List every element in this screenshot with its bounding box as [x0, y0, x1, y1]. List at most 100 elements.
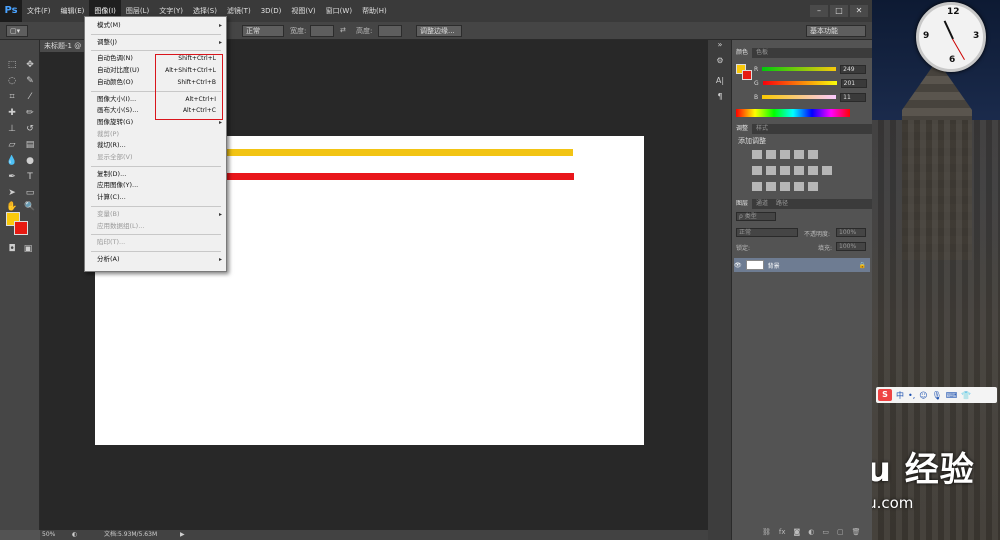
stamp-tool-icon[interactable]: ⊥: [4, 122, 20, 136]
layer-name[interactable]: 背景: [768, 261, 780, 270]
ime-voice-icon[interactable]: 🎙: [932, 391, 942, 400]
image-menu-item[interactable]: 调整(J) ▸: [85, 37, 226, 48]
curves-icon[interactable]: [780, 150, 790, 159]
quick-select-tool-icon[interactable]: ✎: [22, 74, 38, 88]
delete-layer-icon[interactable]: 🗑: [852, 528, 861, 536]
hue-sat-icon[interactable]: [752, 166, 762, 175]
menu-view[interactable]: 视图(V): [286, 0, 320, 22]
green-slider[interactable]: [762, 81, 837, 85]
character-panel-icon[interactable]: A|: [713, 76, 727, 88]
shape-tool-icon[interactable]: ▭: [22, 186, 38, 200]
history-brush-icon[interactable]: ↺: [22, 122, 38, 136]
ime-keyboard-icon[interactable]: ⌨: [946, 391, 958, 400]
ime-emoji-icon[interactable]: ☺: [919, 391, 927, 400]
dodge-tool-icon[interactable]: ●: [22, 154, 38, 168]
invert-icon[interactable]: [752, 182, 762, 191]
style-select[interactable]: 正常: [242, 25, 284, 37]
bw-icon[interactable]: [780, 166, 790, 175]
red-value[interactable]: 249: [840, 64, 867, 74]
adjust-layer-icon[interactable]: ◐: [808, 528, 814, 536]
path-select-tool-icon[interactable]: ➤: [4, 186, 20, 200]
menu-3d[interactable]: 3D(D): [256, 0, 287, 22]
gradient-map-icon[interactable]: [794, 182, 804, 191]
threshold-icon[interactable]: [780, 182, 790, 191]
fill-input[interactable]: 100%: [836, 242, 866, 251]
tab-paths[interactable]: 路径: [772, 199, 792, 209]
marquee-tool-icon[interactable]: ⬚: [4, 58, 20, 72]
image-menu-item[interactable]: 应用图像(Y)...: [85, 180, 226, 191]
exposure-icon[interactable]: [794, 150, 804, 159]
blend-mode-select[interactable]: 正常: [736, 228, 798, 237]
quick-mask-icon[interactable]: ◘: [4, 242, 20, 256]
color-balance-icon[interactable]: [766, 166, 776, 175]
lasso-tool-icon[interactable]: ◌: [4, 74, 20, 88]
brush-tool-icon[interactable]: ✏: [22, 106, 38, 120]
pen-tool-icon[interactable]: ✒: [4, 170, 20, 184]
refine-edge-button[interactable]: 调整边缘...: [416, 25, 462, 37]
sogou-logo-icon[interactable]: S: [878, 389, 892, 401]
fx-icon[interactable]: fx: [779, 528, 786, 536]
layer-row-background[interactable]: 👁 背景 🔒: [734, 258, 870, 272]
group-icon[interactable]: ▭: [822, 528, 829, 536]
selective-color-icon[interactable]: [808, 182, 818, 191]
marquee-preset-icon[interactable]: ▢▾: [6, 25, 28, 37]
eye-icon[interactable]: 👁: [734, 262, 742, 269]
color-lookup-icon[interactable]: [822, 166, 832, 175]
menu-file[interactable]: 文件(F): [22, 0, 56, 22]
levels-icon[interactable]: [766, 150, 776, 159]
tab-color[interactable]: 颜色: [732, 48, 753, 58]
tab-swatches[interactable]: 色板: [752, 48, 772, 58]
blur-tool-icon[interactable]: 💧: [4, 154, 20, 168]
menu-filter[interactable]: 滤镜(T): [222, 0, 256, 22]
ime-toolbar[interactable]: S 中 •, ☺ 🎙 ⌨ 👕: [876, 387, 997, 403]
green-value[interactable]: 201: [840, 78, 867, 88]
collapse-icon[interactable]: »: [713, 40, 727, 52]
layer-kind-filter[interactable]: ρ 类型: [736, 212, 776, 221]
paragraph-panel-icon[interactable]: ¶: [713, 92, 727, 104]
menu-help[interactable]: 帮助(H): [357, 0, 392, 22]
eraser-tool-icon[interactable]: ▱: [4, 138, 20, 152]
history-panel-icon[interactable]: ⚙: [713, 56, 727, 68]
zoom-tool-icon[interactable]: 🔍: [22, 200, 38, 214]
gradient-tool-icon[interactable]: ▤: [22, 138, 38, 152]
maximize-button[interactable]: □: [830, 5, 848, 17]
brightness-icon[interactable]: [752, 150, 762, 159]
screen-mode-icon[interactable]: ▣: [20, 242, 36, 256]
tab-adjustments[interactable]: 调整: [732, 124, 753, 134]
tab-layers[interactable]: 图层: [732, 199, 753, 209]
swap-icon[interactable]: ⇄: [340, 26, 346, 34]
color-spectrum[interactable]: [736, 109, 850, 117]
image-menu-item[interactable]: 复制(D)...: [85, 169, 226, 180]
opacity-input[interactable]: 100%: [836, 228, 866, 237]
channel-mixer-icon[interactable]: [808, 166, 818, 175]
red-slider[interactable]: [762, 67, 837, 71]
image-menu-item[interactable]: 裁切(R)...: [85, 140, 226, 151]
type-tool-icon[interactable]: T: [22, 170, 38, 184]
mask-icon[interactable]: ◙: [794, 528, 801, 536]
new-layer-icon[interactable]: ▢: [837, 528, 844, 536]
blue-value[interactable]: 11: [840, 92, 867, 102]
eyedropper-tool-icon[interactable]: ⁄: [22, 90, 38, 104]
crop-tool-icon[interactable]: ⌗: [4, 90, 20, 104]
image-menu-item[interactable]: 模式(M) ▸: [85, 20, 226, 31]
color-bg-swatch[interactable]: [742, 70, 752, 80]
image-menu-item[interactable]: 计算(C)...: [85, 192, 226, 203]
vibrance-icon[interactable]: [808, 150, 818, 159]
healing-tool-icon[interactable]: ✚: [4, 106, 20, 120]
menu-window[interactable]: 窗口(W): [321, 0, 357, 22]
tab-styles[interactable]: 样式: [752, 124, 772, 134]
image-menu-item[interactable]: 分析(A) ▸: [85, 254, 226, 265]
background-color-swatch[interactable]: [14, 221, 28, 235]
ime-skin-icon[interactable]: 👕: [961, 391, 971, 400]
status-arrow-icon[interactable]: ▶: [180, 530, 185, 540]
ime-chinese-mode[interactable]: 中: [896, 390, 904, 401]
blue-slider[interactable]: [762, 95, 837, 99]
width-input[interactable]: [310, 25, 334, 37]
zoom-level[interactable]: 50%: [42, 530, 55, 540]
minimize-button[interactable]: –: [810, 5, 828, 17]
photo-filter-icon[interactable]: [794, 166, 804, 175]
link-layers-icon[interactable]: ⛓: [762, 528, 771, 536]
height-input[interactable]: [378, 25, 402, 37]
posterize-icon[interactable]: [766, 182, 776, 191]
close-button[interactable]: ✕: [850, 5, 868, 17]
